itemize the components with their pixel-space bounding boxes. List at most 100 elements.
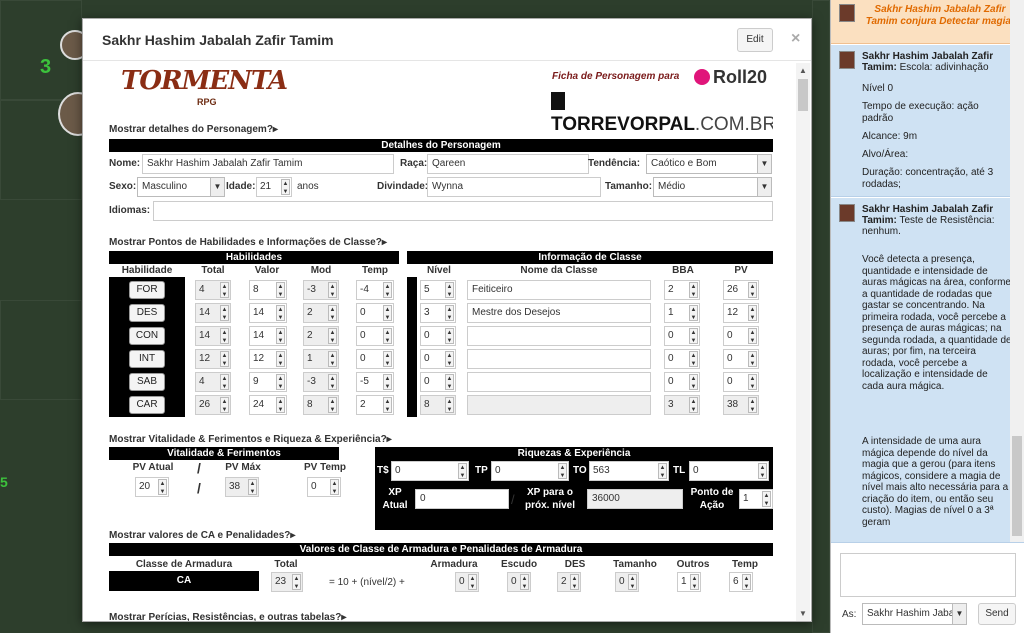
bba-input[interactable]: 0 ▲ ▼ — [664, 349, 700, 369]
pv-input[interactable]: 0 ▲ ▼ — [723, 326, 759, 346]
toggle-more[interactable]: Mostrar Perícias, Resistências, e outras… — [109, 612, 346, 621]
pv-atual-label: PV Atual — [132, 462, 174, 473]
scrollbar-thumb[interactable] — [798, 79, 808, 111]
nivel-input[interactable]: 3 ▲ ▼ — [420, 303, 456, 323]
nivel-input[interactable]: 0 ▲ ▼ — [420, 326, 456, 346]
chevron-down-icon: ▼ — [952, 604, 966, 624]
divindade-field[interactable]: Wynna — [427, 177, 601, 197]
temp-ca-input[interactable]: 6 ▲ ▼ — [729, 572, 753, 592]
classe-field[interactable]: Mestre dos Desejos — [467, 303, 651, 323]
bba-input[interactable]: 0 ▲ ▼ — [664, 372, 700, 392]
temp-input[interactable]: 0 ▲ ▼ — [356, 349, 394, 369]
ts-input[interactable]: 0 ▲ ▼ — [391, 461, 469, 481]
mod-input: 2 ▲ ▼ — [303, 303, 339, 323]
valor-input[interactable]: 9 ▲ ▼ — [249, 372, 287, 392]
temp-input[interactable]: -5 ▲ ▼ — [356, 372, 394, 392]
pv-temp-input[interactable]: 0 ▲ ▼ — [307, 477, 341, 497]
speaking-as-select[interactable]: Sakhr Hashim Jaba ▼ — [862, 603, 967, 625]
bba-input[interactable]: 2 ▲ ▼ — [664, 280, 700, 300]
tamanho-select[interactable]: Médio ▼ — [653, 177, 772, 197]
spinner-icon: ▲ ▼ — [445, 351, 454, 367]
col-total: Total — [201, 265, 225, 276]
spinner-icon: ▲ ▼ — [276, 374, 285, 390]
valor-input[interactable]: 14 ▲ ▼ — [249, 303, 287, 323]
ability-button-des[interactable]: DES — [129, 304, 165, 322]
ability-button-for[interactable]: FOR — [129, 281, 165, 299]
tp-input[interactable]: 0 ▲ ▼ — [491, 461, 569, 481]
bba-input[interactable]: 0 ▲ ▼ — [664, 326, 700, 346]
nivel-input[interactable]: 0 ▲ ▼ — [420, 372, 456, 392]
idade-input[interactable]: 21 ▲ ▼ — [256, 177, 292, 197]
temp-input[interactable]: 2 ▲ ▼ — [356, 395, 394, 415]
roll20-icon — [694, 69, 710, 85]
ca-bar: Valores de Classe de Armadura e Penalida… — [109, 543, 773, 556]
toggle-abilities[interactable]: Mostrar Pontos de Habilidades e Informaç… — [109, 237, 387, 248]
col-classe: Nome da Classe — [520, 265, 598, 276]
chat-scrollbar[interactable] — [1010, 0, 1024, 542]
spinner-icon: ▲ ▼ — [383, 397, 392, 413]
spinner-icon: ▲ ▼ — [383, 305, 392, 321]
tendencia-select[interactable]: Caótico e Bom ▼ — [646, 154, 772, 174]
spinner-icon: ▲ ▼ — [220, 397, 229, 413]
ability-button-sab[interactable]: SAB — [129, 373, 165, 391]
valor-input[interactable]: 14 ▲ ▼ — [249, 326, 287, 346]
pv-input[interactable]: 26 ▲ ▼ — [723, 280, 759, 300]
spinner-icon: ▲ ▼ — [445, 397, 454, 413]
spinner-icon: ▲ ▼ — [328, 282, 337, 298]
avatar — [839, 204, 855, 222]
nivel-input[interactable]: 0 ▲ ▼ — [420, 349, 456, 369]
outros-input[interactable]: 1 ▲ ▼ — [677, 572, 701, 592]
col-temp: Temp — [362, 265, 388, 276]
spinner-icon: ▲ ▼ — [445, 282, 454, 298]
classe-field[interactable] — [467, 349, 651, 369]
valor-input[interactable]: 8 ▲ ▼ — [249, 280, 287, 300]
spinner-icon: ▲ ▼ — [383, 282, 392, 298]
xp-field[interactable]: 0 — [415, 489, 509, 509]
raca-field[interactable]: Qareen — [427, 154, 589, 174]
divindade-label: Divindade: — [377, 181, 429, 192]
classe-field[interactable]: Feiticeiro — [467, 280, 651, 300]
col-valor: Valor — [254, 265, 280, 276]
bba-input[interactable]: 1 ▲ ▼ — [664, 303, 700, 323]
spinner-icon: ▲ ▼ — [748, 282, 757, 298]
dialog-scrollbar[interactable]: ▲ ▼ — [796, 63, 810, 621]
idiomas-field[interactable] — [153, 201, 773, 221]
toggle-details[interactable]: Mostrar detalhes do Personagem?▸ — [109, 124, 278, 135]
close-icon[interactable]: × — [791, 30, 800, 48]
nome-field[interactable]: Sakhr Hashim Jabalah Zafir Tamim — [142, 154, 394, 174]
send-button[interactable]: Send — [978, 603, 1016, 625]
spinner-icon: ▲ ▼ — [458, 463, 467, 479]
toggle-vitality[interactable]: Mostrar Vitalidade & Ferimentos e Riquez… — [109, 434, 392, 445]
sexo-select[interactable]: Masculino ▼ — [137, 177, 225, 197]
classe-field[interactable] — [467, 372, 651, 392]
ability-button-con[interactable]: CON — [129, 327, 165, 345]
pv-input[interactable]: 12 ▲ ▼ — [723, 303, 759, 323]
pv-max-label: PV Máx — [225, 462, 261, 473]
ability-button-car[interactable]: CAR — [129, 396, 165, 414]
message-line: Nível 0 — [862, 83, 894, 94]
spinner-icon: ▲ ▼ — [328, 351, 337, 367]
toggle-ca[interactable]: Mostrar valores de CA e Penalidades?▸ — [109, 530, 295, 541]
valor-input[interactable]: 24 ▲ ▼ — [249, 395, 287, 415]
to-input[interactable]: 563 ▲ ▼ — [589, 461, 669, 481]
tl-input[interactable]: 0 ▲ ▼ — [689, 461, 769, 481]
valor-input[interactable]: 12 ▲ ▼ — [249, 349, 287, 369]
ficha-label: Ficha de Personagem para — [552, 71, 680, 82]
scrollbar-thumb[interactable] — [1012, 436, 1022, 536]
spinner-icon: ▲ ▼ — [689, 397, 698, 413]
classe-field[interactable] — [467, 326, 651, 346]
chat-input[interactable] — [840, 553, 1016, 597]
anos-label: anos — [297, 181, 319, 192]
temp-input[interactable]: 0 ▲ ▼ — [356, 326, 394, 346]
as-label: As: — [842, 609, 857, 620]
temp-input[interactable]: 0 ▲ ▼ — [356, 303, 394, 323]
nivel-input[interactable]: 5 ▲ ▼ — [420, 280, 456, 300]
pv-input[interactable]: 0 ▲ ▼ — [723, 349, 759, 369]
edit-button[interactable]: Edit — [737, 28, 773, 52]
ca-total-label: Total — [274, 559, 298, 570]
ponto-acao-input[interactable]: 1 ▲ ▼ — [739, 489, 773, 509]
ability-button-int[interactable]: INT — [129, 350, 165, 368]
pv-atual-input[interactable]: 20 ▲ ▼ — [135, 477, 169, 497]
temp-input[interactable]: -4 ▲ ▼ — [356, 280, 394, 300]
pv-input[interactable]: 0 ▲ ▼ — [723, 372, 759, 392]
